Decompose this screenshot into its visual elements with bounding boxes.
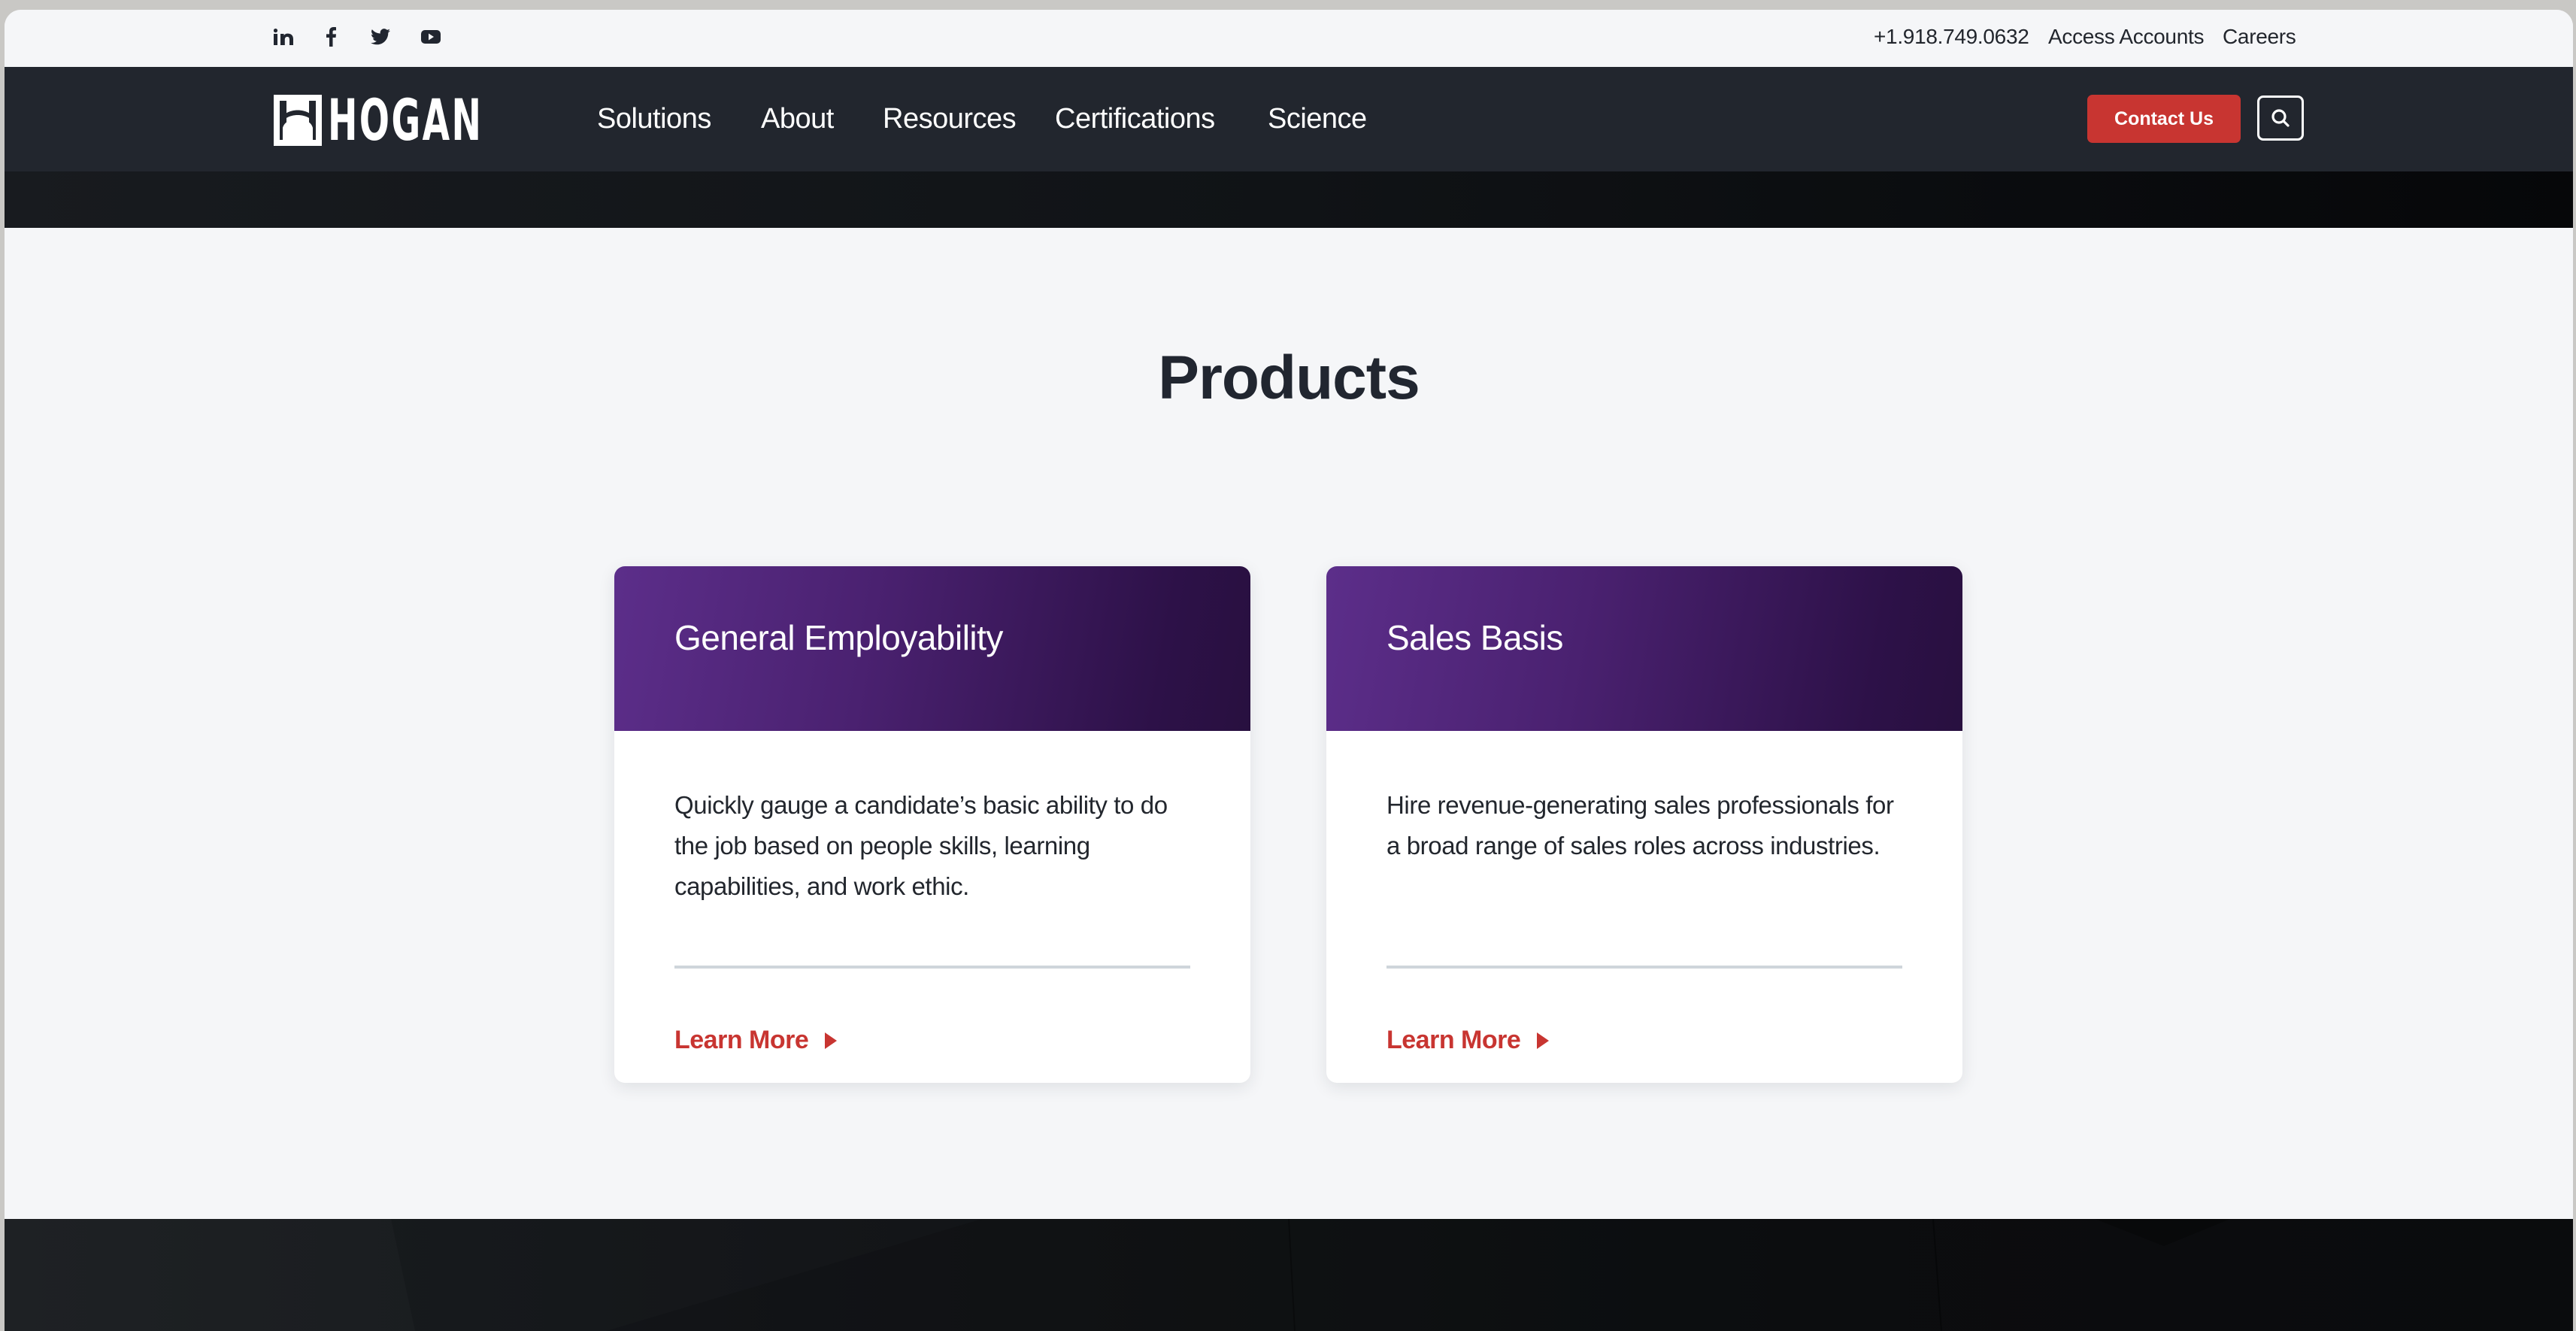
products-heading: Products [1158, 344, 1420, 412]
nav-item-about[interactable]: About [761, 103, 834, 135]
product-card-general-employability: General Employability Quickly gauge a ca… [614, 566, 1250, 1083]
product-card-sales-basis: Sales Basis Hire revenue-generating sale… [1326, 566, 1962, 1083]
play-arrow-icon [1537, 1032, 1550, 1049]
careers-link[interactable]: Careers [2223, 25, 2296, 49]
facebook-icon [326, 27, 336, 47]
hogan-logo[interactable]: HOGAN [274, 86, 578, 153]
phone-link[interactable]: +1.918.749.0632 [1874, 25, 2029, 49]
learn-more-link[interactable]: Learn More [1386, 1026, 1550, 1055]
card-header: General Employability [614, 566, 1250, 731]
card-header: Sales Basis [1326, 566, 1962, 731]
youtube-link[interactable] [421, 28, 441, 46]
linkedin-icon [274, 29, 293, 45]
search-button[interactable] [2257, 96, 2304, 141]
card-description: Hire revenue-generating sales profession… [1386, 791, 1894, 860]
play-arrow-icon [825, 1032, 838, 1049]
search-icon [2271, 109, 2290, 127]
youtube-icon [421, 30, 441, 44]
utility-bar: +1.918.749.0632 Access Accounts Careers [5, 10, 2573, 67]
dark-section-background [5, 1219, 2573, 1331]
geometric-background-pattern [391, 1219, 2573, 1331]
contact-us-button[interactable]: Contact Us [2087, 95, 2241, 143]
hero-banner-strip [5, 171, 2573, 228]
linkedin-link[interactable] [274, 28, 293, 46]
browser-page: +1.918.749.0632 Access Accounts Careers … [5, 10, 2573, 1331]
main-nav: HOGAN Solutions About Resources Certific… [5, 67, 2573, 171]
logo-wordmark: HOGAN [328, 86, 483, 153]
nav-item-certifications[interactable]: Certifications [1055, 103, 1215, 135]
card-body: Hire revenue-generating sales profession… [1386, 731, 1902, 1054]
nav-item-solutions[interactable]: Solutions [597, 103, 711, 135]
card-title: Sales Basis [1386, 618, 1563, 657]
nav-item-resources[interactable]: Resources [883, 103, 1017, 135]
twitter-icon [371, 29, 390, 45]
card-description: Quickly gauge a candidate’s basic abilit… [674, 791, 1168, 900]
learn-more-label: Learn More [674, 1026, 809, 1054]
learn-more-link[interactable]: Learn More [674, 1026, 838, 1055]
facebook-link[interactable] [326, 27, 336, 47]
hogan-logo-mark-icon [274, 95, 322, 146]
nav-item-science[interactable]: Science [1268, 103, 1367, 135]
twitter-link[interactable] [371, 28, 390, 46]
card-body: Quickly gauge a candidate’s basic abilit… [674, 731, 1190, 1054]
learn-more-label: Learn More [1386, 1026, 1521, 1054]
card-divider [674, 966, 1190, 969]
access-accounts-link[interactable]: Access Accounts [2048, 25, 2204, 49]
card-title: General Employability [674, 618, 1003, 657]
card-divider [1386, 966, 1902, 969]
